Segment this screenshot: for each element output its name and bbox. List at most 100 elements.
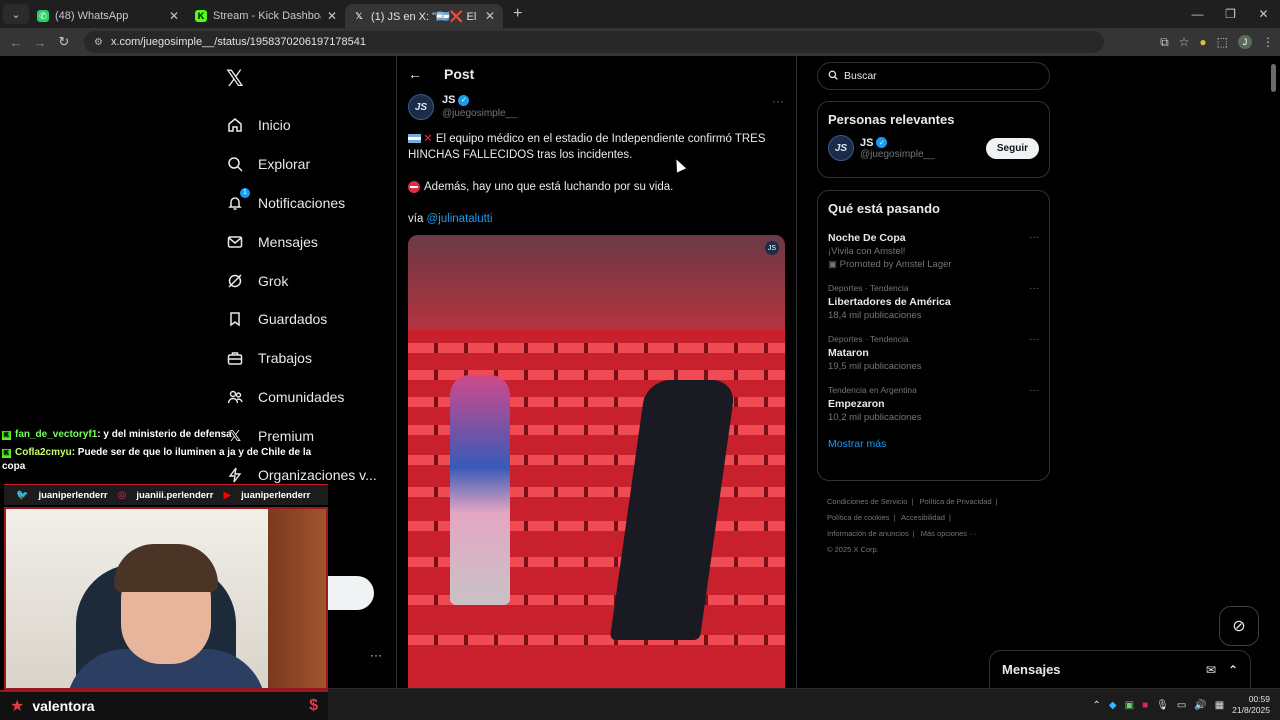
- account-more-icon[interactable]: ···: [370, 648, 382, 662]
- nav-item-inicio[interactable]: Inicio: [226, 106, 391, 145]
- nav-label: Comunidades: [258, 388, 345, 405]
- expand-icon[interactable]: ⌃: [1228, 663, 1238, 677]
- footer-link[interactable]: Información de anuncios: [827, 529, 909, 538]
- browser-menu-icon[interactable]: ⋮: [1262, 35, 1274, 49]
- nav-item-mensajes[interactable]: Mensajes: [226, 222, 391, 261]
- mail-icon: [226, 233, 244, 251]
- messages-drawer[interactable]: Mensajes ✉ ⌃: [989, 650, 1251, 688]
- system-tray: ⌃ ◆ ▣ ■ 🎙 ▭ 🔊 ▦ 00:59 21/8/2025: [1093, 689, 1270, 720]
- trend-item[interactable]: Noche De Copa ¡Vivila con Amstel! ▣ Prom…: [818, 232, 1049, 270]
- page-title: Post: [444, 66, 475, 82]
- app-tray-icon[interactable]: ◆: [1109, 700, 1117, 711]
- scrollbar[interactable]: [1271, 64, 1276, 92]
- app-tray-icon[interactable]: ▣: [1125, 700, 1134, 711]
- footer-link[interactable]: Política de cookies: [827, 513, 890, 522]
- streamer-name: valentora: [32, 698, 95, 714]
- display-icon[interactable]: ▭: [1177, 700, 1186, 711]
- via-prefix: vía: [408, 213, 424, 225]
- webcam-feed: [4, 507, 328, 690]
- follow-button[interactable]: Seguir: [985, 137, 1039, 159]
- restore-icon[interactable]: ❐: [1214, 0, 1247, 28]
- photo-person: [450, 375, 510, 605]
- extensions-icon[interactable]: ⬚: [1217, 35, 1228, 49]
- tab-kick-dashboard[interactable]: K Stream - Kick Dashboard ✕: [187, 4, 345, 28]
- back-arrow-icon[interactable]: ←: [408, 66, 422, 82]
- post-image[interactable]: JS: [408, 235, 785, 688]
- social-handles-bar: 🐦 juaniperlenderr ◎ juaniii.perlenderr ▶ ju…: [4, 484, 328, 505]
- footer-link[interactable]: Más opciones ···: [921, 529, 977, 538]
- avatar[interactable]: JS: [828, 135, 854, 161]
- footer-link[interactable]: Política de Privacidad: [920, 497, 992, 506]
- post-author[interactable]: JS JS ✓ @juegosimple__: [408, 94, 517, 120]
- streamer-nameplate: ★ valentora $: [0, 690, 328, 720]
- mention-link[interactable]: @julinatalutti: [427, 213, 493, 225]
- microphone-icon[interactable]: 🎙: [1156, 700, 1169, 711]
- install-app-icon[interactable]: ⧉: [1160, 35, 1169, 50]
- nav-label: Trabajos: [258, 350, 312, 367]
- nav-item-trabajos[interactable]: Trabajos: [226, 339, 391, 378]
- post-options-icon[interactable]: ···: [772, 94, 784, 108]
- search-placeholder: Buscar: [844, 70, 877, 82]
- trend-options-icon[interactable]: ···: [1029, 232, 1039, 243]
- new-message-icon[interactable]: ✉: [1206, 663, 1216, 677]
- nav-item-explorar[interactable]: Explorar: [226, 145, 391, 184]
- search-icon: [226, 155, 244, 173]
- social-handle: juaniii.perlenderr: [136, 489, 214, 501]
- clock[interactable]: 00:59 21/8/2025: [1232, 694, 1270, 716]
- seat-row: [408, 635, 785, 645]
- close-window-icon[interactable]: ✕: [1247, 0, 1280, 28]
- trend-options-icon[interactable]: ···: [1029, 283, 1039, 294]
- trend-item[interactable]: Deportes · Tendencia Libertadores de Amé…: [818, 283, 1049, 321]
- close-tab-icon[interactable]: ✕: [485, 9, 495, 23]
- profile-avatar[interactable]: J: [1238, 35, 1252, 49]
- seat-row: [408, 343, 785, 353]
- forward-icon[interactable]: →: [28, 35, 52, 50]
- trend-item[interactable]: Deportes · Tendencia Mataron 19,5 mil pu…: [818, 334, 1049, 372]
- minimize-icon[interactable]: —: [1181, 0, 1214, 28]
- nav-item-grok[interactable]: Grok: [226, 261, 391, 300]
- verified-badge-icon: ✓: [876, 137, 888, 148]
- close-tab-icon[interactable]: ✕: [169, 9, 179, 23]
- bookmark-star-icon[interactable]: ☆: [1179, 35, 1190, 49]
- nav-item-comunidades[interactable]: Comunidades: [226, 378, 391, 417]
- trend-options-icon[interactable]: ···: [1029, 385, 1039, 396]
- avatar[interactable]: JS: [408, 94, 434, 120]
- back-icon[interactable]: ←: [4, 35, 28, 50]
- close-tab-icon[interactable]: ✕: [327, 9, 337, 23]
- footer-link[interactable]: Accesibilidad: [901, 513, 945, 522]
- browser-tab-bar: ⌄ ✆ (48) WhatsApp ✕ K Stream - Kick Dash…: [0, 0, 1280, 28]
- site-info-icon[interactable]: ⚙: [94, 37, 103, 48]
- social-handle: juaniperlenderr: [38, 489, 108, 501]
- app-tray-icon[interactable]: ■: [1142, 700, 1148, 711]
- tab-search-button[interactable]: ⌄: [3, 4, 29, 24]
- footer-link[interactable]: Condiciones de Servicio: [827, 497, 907, 506]
- search-icon: [828, 70, 838, 83]
- panel-title: Personas relevantes: [828, 112, 955, 127]
- trend-meta: Tendencia en Argentina: [828, 385, 917, 395]
- relevant-person[interactable]: JS JS ✓ @juegosimple__ Seguir: [818, 135, 1049, 171]
- chat-username: Cofla2cmyu: [15, 447, 72, 458]
- trend-name: Empezaron: [828, 398, 885, 410]
- extension-color-icon[interactable]: ●: [1199, 35, 1206, 49]
- tab-x-post[interactable]: 𝕏 (1) JS en X: "🇦🇷❌ El equipo mé ✕: [345, 4, 503, 28]
- kick-icon: K: [195, 10, 207, 22]
- tab-title: Stream - Kick Dashboard: [213, 10, 321, 22]
- network-icon[interactable]: ▦: [1215, 700, 1224, 711]
- show-more-link[interactable]: Mostrar más: [818, 436, 1049, 462]
- footer-separator: |: [948, 513, 951, 522]
- nav-item-notificaciones[interactable]: 1 Notificaciones: [226, 184, 391, 223]
- trend-item[interactable]: Tendencia en Argentina Empezaron 10,2 mi…: [818, 385, 1049, 423]
- grok-floating-button[interactable]: ⊘: [1219, 606, 1259, 646]
- tab-whatsapp[interactable]: ✆ (48) WhatsApp ✕: [29, 4, 187, 28]
- chevron-up-icon[interactable]: ⌃: [1093, 700, 1101, 711]
- search-input[interactable]: Buscar: [817, 62, 1050, 90]
- nav-item-guardados[interactable]: Guardados: [226, 300, 391, 339]
- x-logo-icon[interactable]: 𝕏: [226, 66, 244, 92]
- new-tab-button[interactable]: +: [513, 5, 522, 23]
- speaker-icon[interactable]: 🔊: [1194, 700, 1206, 711]
- address-bar[interactable]: ⚙ x.com/juegosimple__/status/19583702061…: [84, 31, 1104, 53]
- reload-icon[interactable]: ↻: [52, 34, 76, 50]
- dollar-icon: $: [309, 697, 318, 714]
- windows-taskbar: ⌃ ◆ ▣ ■ 🎙 ▭ 🔊 ▦ 00:59 21/8/2025: [328, 688, 1280, 720]
- trend-options-icon[interactable]: ···: [1029, 334, 1039, 345]
